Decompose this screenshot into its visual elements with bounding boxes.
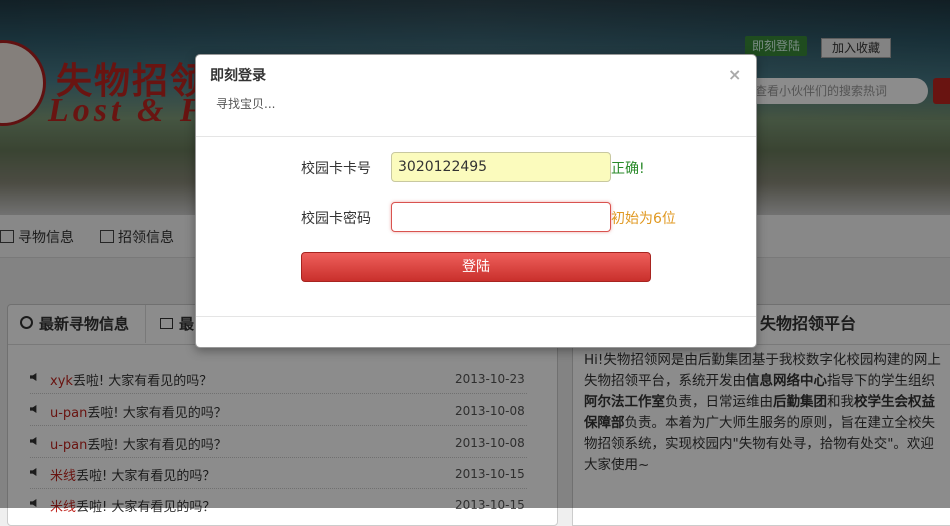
password-input[interactable] <box>391 202 611 232</box>
card-number-label: 校园卡卡号 <box>301 161 371 177</box>
login-submit-button[interactable]: 登陆 <box>301 252 651 282</box>
card-number-hint: 正确! <box>611 161 645 177</box>
card-number-input[interactable] <box>391 152 611 182</box>
close-icon[interactable]: × <box>728 65 741 84</box>
login-modal: 即刻登录 寻找宝贝... × 校园卡卡号 正确! 校园卡密码 初始为6位 登陆 <box>195 54 757 348</box>
modal-title: 即刻登录 <box>210 68 266 84</box>
modal-header: 即刻登录 寻找宝贝... × <box>196 55 756 137</box>
password-hint: 初始为6位 <box>611 211 676 227</box>
password-label: 校园卡密码 <box>301 211 371 227</box>
modal-footer <box>196 316 756 317</box>
modal-subtitle: 寻找宝贝... <box>216 97 276 111</box>
